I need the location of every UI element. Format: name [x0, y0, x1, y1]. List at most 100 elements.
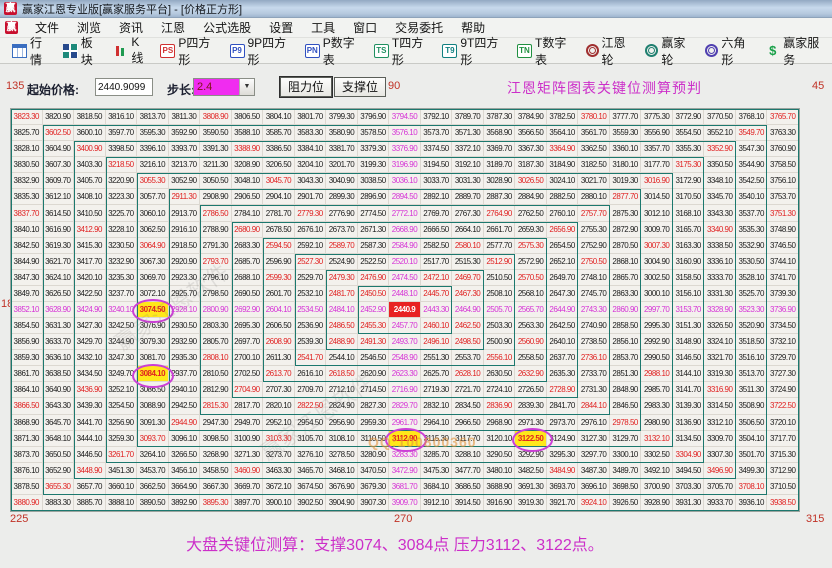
matrix-cell: 3568.90 [484, 125, 516, 141]
matrix-cell: 3880.90 [11, 495, 43, 511]
matrix-cell: 3331.30 [704, 286, 736, 302]
matrix-cell: 3232.90 [106, 254, 138, 270]
toolbar-button-P四方形[interactable]: PSP四方形 [154, 32, 223, 70]
matrix-cell: 3124.90 [547, 431, 579, 447]
matrix-cell: 3276.10 [295, 447, 327, 463]
toolbar-button-板块[interactable]: 板块 [57, 32, 108, 70]
matrix-cell: 3549.70 [736, 125, 768, 141]
matrix-cell: 2733.70 [578, 366, 610, 382]
matrix-cell: 2786.50 [200, 205, 232, 221]
matrix-cell: 2565.70 [515, 302, 547, 318]
matrix-cell: 3926.50 [610, 495, 642, 511]
matrix-cell: 2976.10 [578, 415, 610, 431]
matrix-cell: 3016.90 [641, 173, 673, 189]
matrix-cell: 3758.50 [767, 157, 799, 173]
matrix-cell: 3297.70 [578, 447, 610, 463]
matrix-center-cell: 2440.9 [389, 302, 421, 318]
matrix-cell: 2757.70 [578, 205, 610, 221]
matrix-cell: 3770.50 [704, 109, 736, 125]
matrix-cell: 3427.30 [74, 318, 106, 334]
matrix-cell: 2613.70 [263, 366, 295, 382]
matrix-cell: 3914.50 [452, 495, 484, 511]
toolbar-button-六角形[interactable]: 六角形 [699, 32, 759, 70]
toolbar-button-P数字表[interactable]: PNP数字表 [299, 32, 368, 70]
matrix-cell: 3640.90 [43, 382, 75, 398]
matrix-cell: 2788.90 [200, 222, 232, 238]
matrix-cell: 2805.70 [200, 334, 232, 350]
matrix-cell: 3168.10 [673, 205, 705, 221]
matrix-cell: 3763.30 [767, 125, 799, 141]
hexagon-icon [705, 44, 718, 57]
matrix-cell: 3129.70 [610, 431, 642, 447]
matrix-cell: 2810.50 [200, 366, 232, 382]
matrix-cell: 2661.70 [484, 222, 516, 238]
matrix-cell: 2558.50 [515, 350, 547, 366]
matrix-cell: 3256.90 [106, 415, 138, 431]
toolbar-button-赢家服务[interactable]: $赢家服务 [759, 32, 832, 70]
matrix-cell: 3698.50 [610, 479, 642, 495]
matrix-cell: 3554.50 [673, 125, 705, 141]
toolbar-button-K线[interactable]: K线 [107, 33, 154, 68]
matrix-cell: 3153.70 [673, 302, 705, 318]
matrix-cell: 3924.10 [578, 495, 610, 511]
matrix-cell: 2858.50 [610, 318, 642, 334]
matrix-cell: 3460.90 [232, 463, 264, 479]
matrix-cell: 3643.30 [43, 398, 75, 414]
matrix-cell: 3708.10 [736, 479, 768, 495]
matrix-cell: 3067.30 [137, 254, 169, 270]
matrix-cell: 3609.70 [43, 173, 75, 189]
matrix-cell: 3204.10 [295, 157, 327, 173]
chevron-down-icon[interactable]: ▼ [239, 79, 254, 95]
matrix-cell: 2990.50 [641, 350, 673, 366]
matrix-cell: 3295.30 [547, 447, 579, 463]
matrix-cell: 3542.50 [736, 173, 768, 189]
step-select[interactable]: 2.4 ▼ [193, 78, 255, 96]
toolbar-button-江恩轮[interactable]: 江恩轮 [580, 32, 640, 70]
badge-tn-icon: TN [517, 44, 532, 58]
resistance-button[interactable]: 阻力位 [280, 77, 332, 97]
toolbar-button-label: P数字表 [323, 34, 362, 68]
matrix-cell: 2817.70 [232, 398, 264, 414]
matrix-cell: 3871.30 [11, 431, 43, 447]
matrix-cell: 2740.90 [578, 318, 610, 334]
toolbar-button-9T四方形[interactable]: T99T四方形 [436, 32, 511, 70]
matrix-cell: 2484.10 [326, 302, 358, 318]
matrix-cell: 3194.50 [421, 157, 453, 173]
toolbar-button-赢家轮[interactable]: 赢家轮 [639, 32, 699, 70]
matrix-cell: 3120.10 [484, 431, 516, 447]
matrix-cell: 3160.90 [673, 254, 705, 270]
matrix-cell: 3177.70 [641, 157, 673, 173]
matrix-cell: 3736.90 [767, 302, 799, 318]
matrix-cell: 2726.50 [515, 382, 547, 398]
matrix-cell: 2594.50 [263, 238, 295, 254]
matrix-cell: 3357.70 [641, 141, 673, 157]
toolbar-button-行情[interactable]: 行情 [6, 32, 57, 70]
matrix-cell: 3420.10 [74, 270, 106, 286]
toolbar-button-label: 板块 [81, 34, 102, 68]
matrix-cell: 3818.50 [74, 109, 106, 125]
matrix-cell: 3014.50 [641, 189, 673, 205]
matrix-cell: 3580.90 [326, 125, 358, 141]
matrix-cell: 3621.70 [43, 254, 75, 270]
matrix-cell: 3547.30 [736, 141, 768, 157]
start-price-input[interactable] [95, 78, 153, 96]
toolbar-button-T四方形[interactable]: TST四方形 [368, 32, 437, 70]
angle-label-270: 270 [394, 513, 412, 525]
toolbar: 行情板块K线PSP四方形P99P四方形PNP数字表TST四方形T99T四方形TN… [0, 38, 832, 64]
matrix-cell: 3348.10 [704, 173, 736, 189]
matrix-cell: 2445.70 [421, 286, 453, 302]
matrix-cell: 3720.10 [767, 415, 799, 431]
matrix-cell: 2647.30 [547, 286, 579, 302]
matrix-cell: 3417.70 [74, 254, 106, 270]
matrix-cell: 3007.30 [641, 238, 673, 254]
matrix-cell: 2443.30 [421, 302, 453, 318]
matrix-cell: 3628.90 [43, 302, 75, 318]
matrix-cell: 3674.50 [295, 479, 327, 495]
matrix-cell: 3290.50 [484, 447, 516, 463]
matrix-cell: 2688.10 [232, 270, 264, 286]
toolbar-button-T数字表[interactable]: TNT数字表 [511, 32, 580, 70]
matrix-cell: 2863.30 [610, 286, 642, 302]
matrix-cell: 2918.50 [169, 238, 201, 254]
support-button[interactable]: 支撑位 [334, 77, 386, 97]
toolbar-button-9P四方形[interactable]: P99P四方形 [224, 32, 299, 70]
